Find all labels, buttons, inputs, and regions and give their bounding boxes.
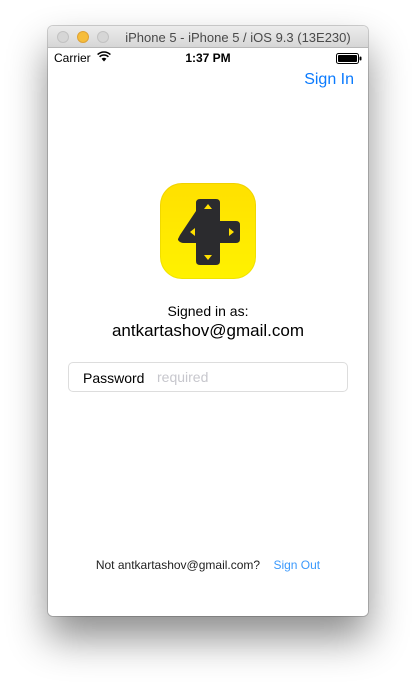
gamepad-plus-icon <box>178 199 240 265</box>
not-user-text: Not antkartashov@gmail.com? <box>95 558 261 572</box>
signed-in-label: Signed in as: <box>167 303 249 319</box>
app-logo <box>160 183 256 279</box>
account-email: antkartashov@gmail.com <box>111 321 305 340</box>
window-title: iPhone 5 - iPhone 5 / iOS 9.3 (13E230) <box>125 30 351 45</box>
password-input[interactable] <box>157 367 337 387</box>
password-label: Password <box>83 370 145 386</box>
status-time: 1:37 PM <box>185 51 231 65</box>
window-titlebar: iPhone 5 - iPhone 5 / iOS 9.3 (13E230) <box>48 26 368 48</box>
battery-icon <box>336 53 362 67</box>
window-close-button[interactable] <box>57 31 69 43</box>
window-zoom-button[interactable] <box>97 31 109 43</box>
account-footer: Not antkartashov@gmail.com? Sign Out <box>48 558 368 572</box>
sign-in-button[interactable]: Sign In <box>304 71 354 89</box>
simulator-window: iPhone 5 - iPhone 5 / iOS 9.3 (13E230) C… <box>48 26 368 616</box>
password-field[interactable]: Password <box>68 362 348 392</box>
window-minimize-button[interactable] <box>77 31 89 43</box>
sign-out-button[interactable]: Sign Out <box>273 558 320 572</box>
iphone-screen: Carrier 1:37 PM Sign In Signed in as: an… <box>48 48 368 616</box>
status-bar: Carrier 1:37 PM <box>48 48 368 68</box>
